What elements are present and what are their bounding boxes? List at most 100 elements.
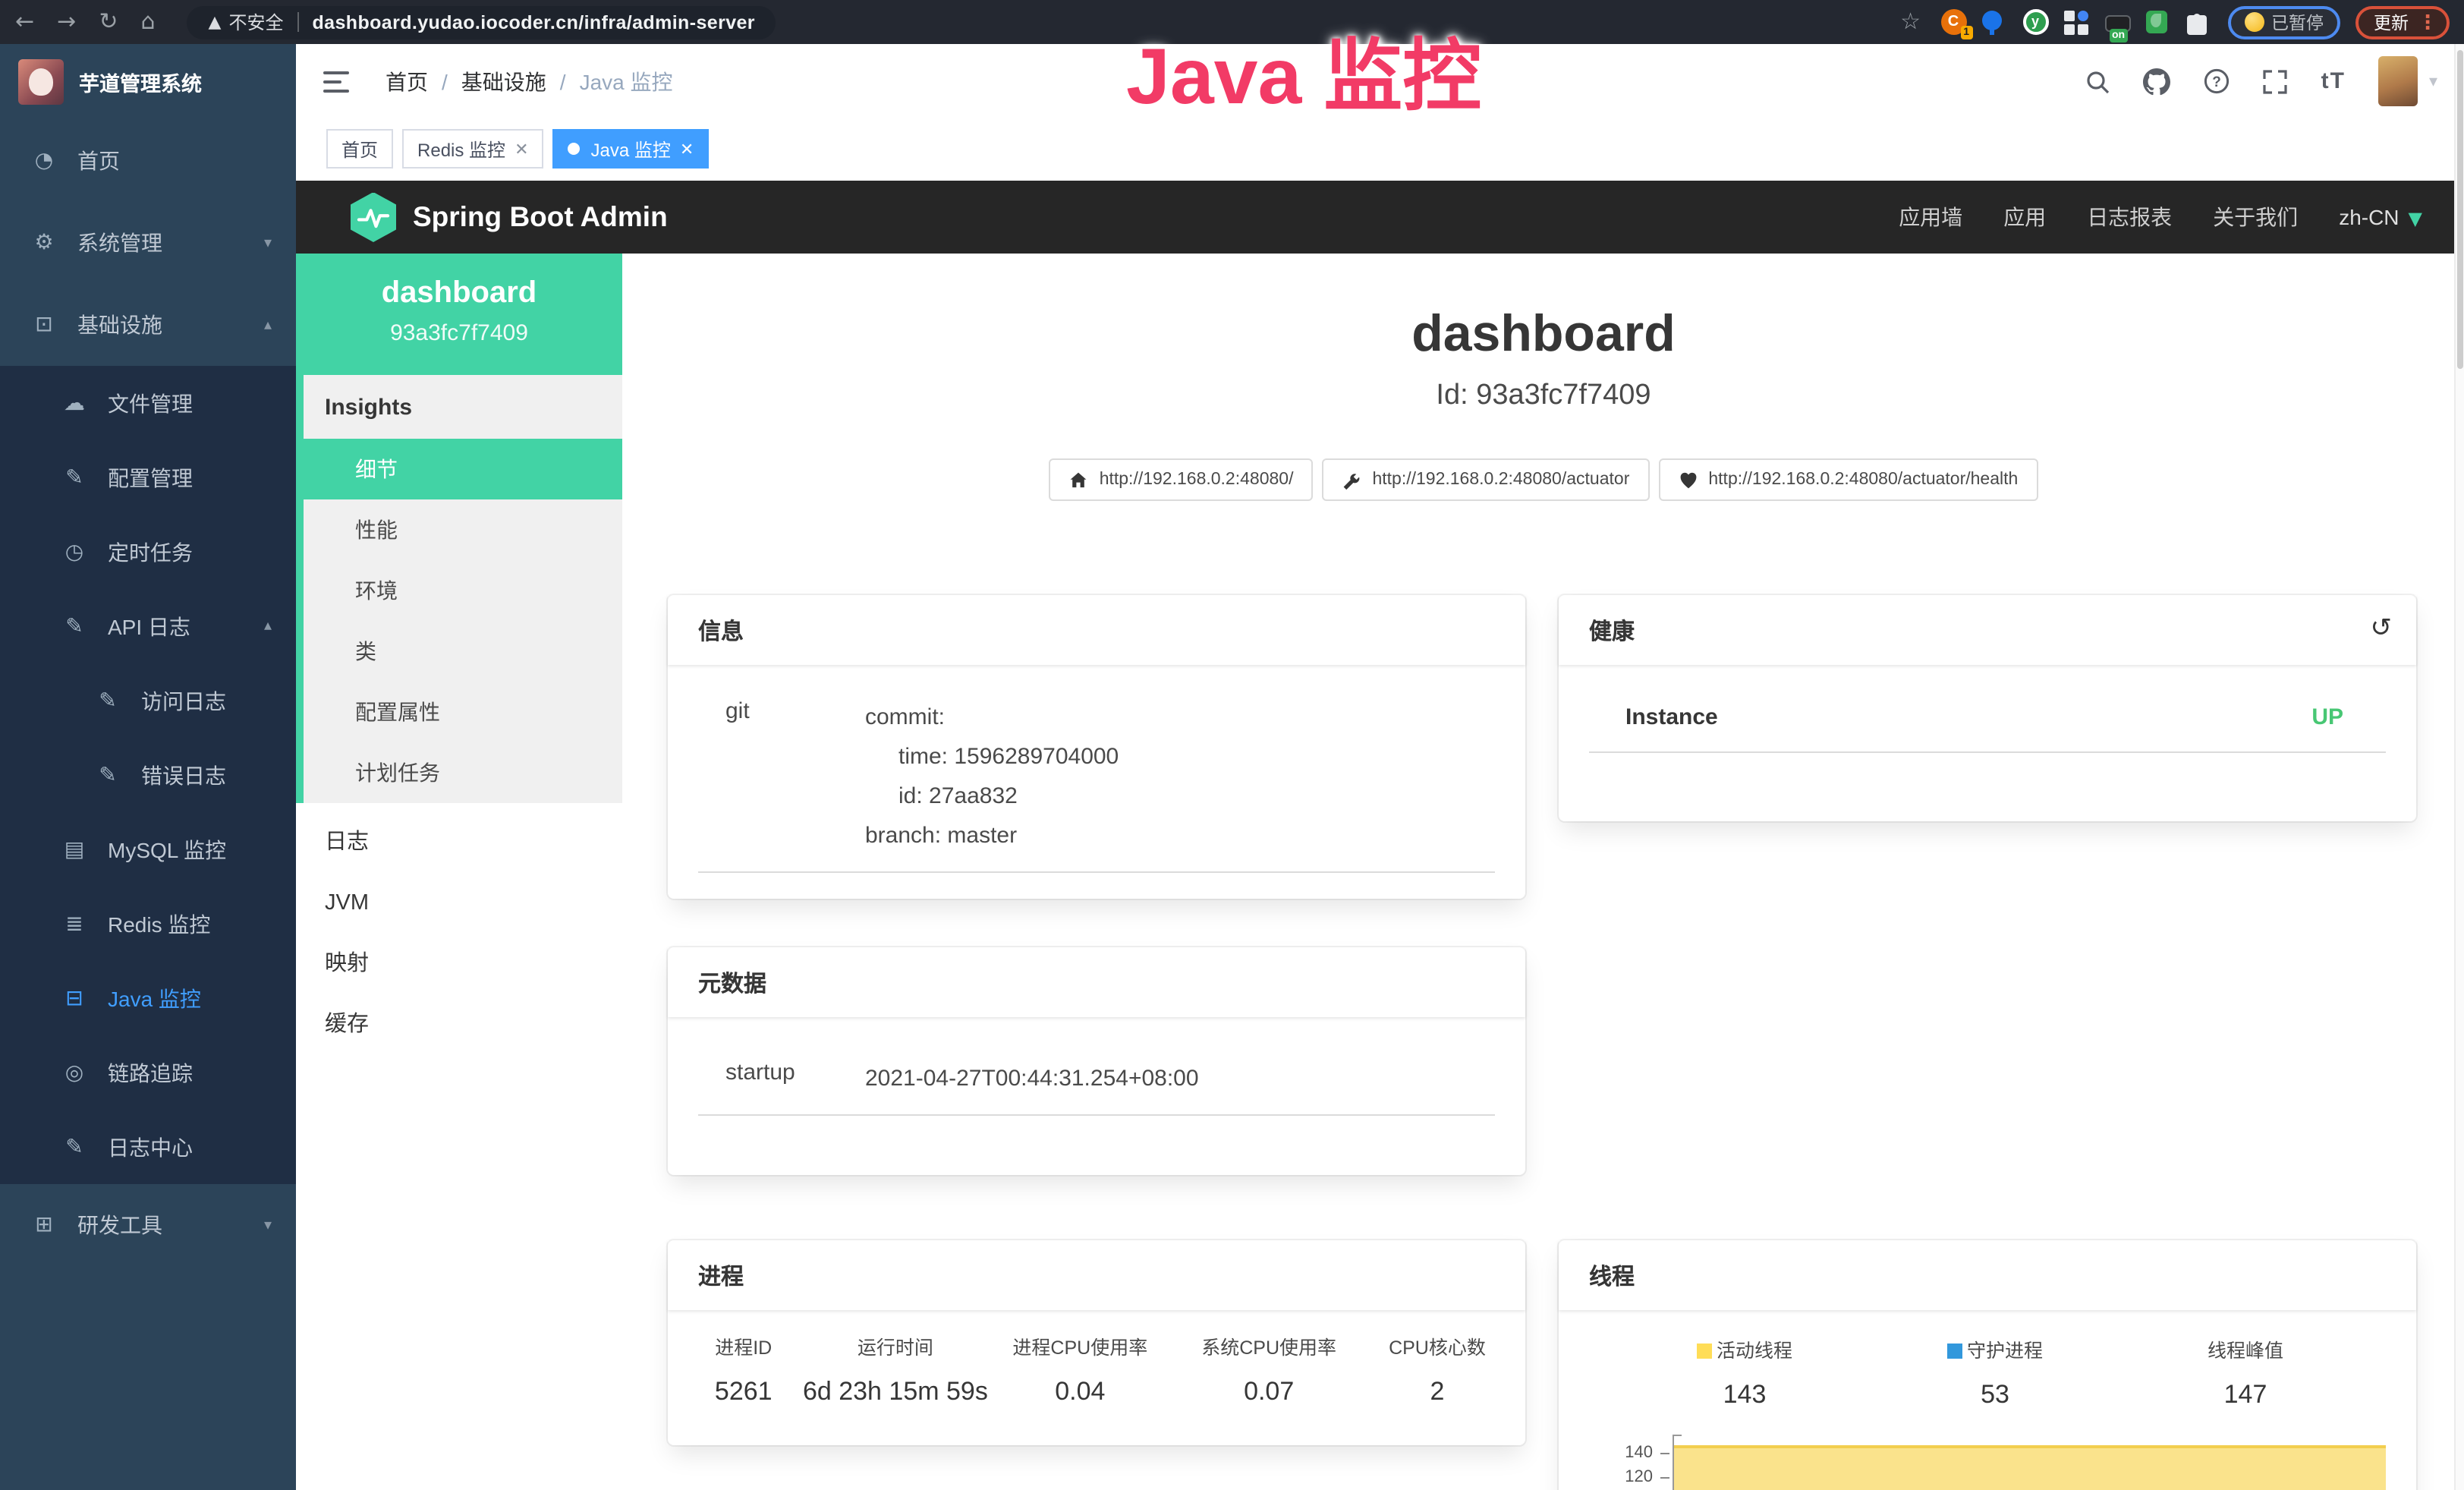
reload-icon[interactable]: ↻ xyxy=(99,11,118,33)
chevron-up-icon: ▴ xyxy=(264,317,272,333)
sba-link-applications[interactable]: 应用 xyxy=(2003,202,2046,232)
sidebar-item-java-monitor[interactable]: ⊟ Java 监控 xyxy=(0,961,296,1035)
live-threads-area xyxy=(1674,1445,2386,1490)
legend-live-threads: 活动线程 143 xyxy=(1619,1334,1870,1410)
sba-item-details[interactable]: 细节 xyxy=(304,439,622,499)
sidebar-item-api-logs[interactable]: ✎ API 日志 ▴ xyxy=(0,589,296,663)
close-icon[interactable]: ✕ xyxy=(680,139,694,159)
breadcrumb-infrastructure[interactable]: 基础设施 xyxy=(461,66,546,96)
sba-link-wallboard[interactable]: 应用墙 xyxy=(1899,202,1962,232)
log-icon: ✎ xyxy=(94,763,121,787)
instance-health-row[interactable]: Instance UP xyxy=(1589,704,2386,753)
sidebar-item-redis-monitor[interactable]: ≣ Redis 监控 xyxy=(0,887,296,961)
breadcrumb-home[interactable]: 首页 xyxy=(385,66,428,96)
sba-item-metrics[interactable]: 性能 xyxy=(304,499,622,560)
history-icon[interactable]: ↺ xyxy=(2371,613,2393,644)
sba-item-logs[interactable]: 日志 xyxy=(296,812,622,873)
extension-grid-icon[interactable] xyxy=(2063,9,2089,35)
extension-leaf-icon[interactable] xyxy=(2145,9,2171,35)
y-tick-120: 120 xyxy=(1601,1468,1653,1486)
page-scrollbar[interactable] xyxy=(2454,44,2464,1490)
extension-switch-icon[interactable] xyxy=(2104,14,2130,31)
cards-left-column: 信息 git commit: time: 1596289704000 id: 2… xyxy=(668,595,1525,1445)
chevron-up-icon: ▴ xyxy=(264,618,272,635)
bookmark-star-icon[interactable]: ☆ xyxy=(1900,11,1921,33)
scrollbar-thumb[interactable] xyxy=(2457,50,2463,369)
breadcrumb-current: Java 监控 xyxy=(580,66,673,96)
extension-y-icon[interactable]: y xyxy=(2022,9,2048,35)
cloud-upload-icon: ☁ xyxy=(61,391,88,415)
sidebar-item-system-mgmt[interactable]: ⚙ 系统管理 ▾ xyxy=(0,202,296,284)
tab-home[interactable]: 首页 xyxy=(326,129,393,169)
sba-link-about[interactable]: 关于我们 xyxy=(2213,202,2298,232)
service-url-button[interactable]: http://192.168.0.2:48080/ xyxy=(1049,458,1314,501)
help-icon[interactable]: ? xyxy=(2204,68,2230,94)
sidebar-item-config-mgmt[interactable]: ✎ 配置管理 xyxy=(0,440,296,515)
sba-item-scheduled-tasks[interactable]: 计划任务 xyxy=(304,742,622,803)
back-icon[interactable]: ← xyxy=(15,11,34,33)
status-badge: UP xyxy=(2311,704,2343,730)
infrastructure-submenu: ☁ 文件管理 ✎ 配置管理 ◷ 定时任务 ✎ API 日志 ▴ xyxy=(0,366,296,1184)
url-text: dashboard.yudao.iocoder.cn/infra/admin-s… xyxy=(313,11,755,33)
sba-item-mappings[interactable]: 映射 xyxy=(296,934,622,994)
update-button[interactable]: 更新 ⋮ xyxy=(2355,5,2450,39)
github-icon[interactable] xyxy=(2144,68,2171,95)
legend-daemon-threads: 守护进程 53 xyxy=(1870,1334,2120,1410)
sidebar-item-trace[interactable]: ◎ 链路追踪 xyxy=(0,1035,296,1110)
fullscreen-icon[interactable] xyxy=(2264,69,2288,93)
sba-nav-links: 应用墙 应用 日志报表 关于我们 zh-CN▼ xyxy=(1858,202,2422,232)
sba-link-journal[interactable]: 日志报表 xyxy=(2087,202,2172,232)
screen: ← → ↻ ⌂ ▲ 不安全 dashboard.yudao.iocoder.cn… xyxy=(0,0,2464,1490)
tab-java-monitor[interactable]: Java 监控 ✕ xyxy=(553,129,710,169)
cpu-cores-value: 2 xyxy=(1367,1377,1507,1407)
sidebar-item-scheduled-jobs[interactable]: ◷ 定时任务 xyxy=(0,515,296,589)
sba-item-config-props[interactable]: 配置属性 xyxy=(304,682,622,742)
extensions-puzzle-icon[interactable] xyxy=(2186,14,2206,34)
close-icon[interactable]: ✕ xyxy=(515,139,528,159)
search-icon[interactable] xyxy=(2086,69,2110,93)
sba-item-caches[interactable]: 缓存 xyxy=(296,994,622,1055)
sidebar-item-file-mgmt[interactable]: ☁ 文件管理 xyxy=(0,366,296,440)
metadata-card-title: 元数据 xyxy=(668,947,1525,1017)
font-size-icon[interactable]: tT xyxy=(2321,68,2346,94)
app-header: 首页 / 基础设施 / Java 监控 ? xyxy=(296,44,2464,118)
sidebar-item-error-logs[interactable]: ✎ 错误日志 xyxy=(0,738,296,812)
user-caret-icon[interactable]: ▾ xyxy=(2429,71,2437,91)
sidebar-item-infrastructure[interactable]: ⊡ 基础设施 ▴ xyxy=(0,284,296,366)
collapse-menu-icon[interactable] xyxy=(323,71,349,92)
sba-item-classes[interactable]: 类 xyxy=(304,621,622,682)
uptime-value: 6d 23h 15m 59s xyxy=(801,1377,990,1407)
home-icon[interactable]: ⌂ xyxy=(140,11,155,33)
actuator-url-button[interactable]: http://192.168.0.2:48080/actuator xyxy=(1322,458,1649,501)
info-card-title: 信息 xyxy=(668,595,1525,665)
sidebar-item-mysql-monitor[interactable]: ▤ MySQL 监控 xyxy=(0,812,296,887)
sidebar-item-dev-tools[interactable]: ⊞ 研发工具 ▾ xyxy=(0,1184,296,1266)
paused-label: 已暂停 xyxy=(2271,10,2324,34)
sidebar-item-log-center[interactable]: ✎ 日志中心 xyxy=(0,1110,296,1184)
sba-item-environment[interactable]: 环境 xyxy=(304,560,622,621)
sba-locale-select[interactable]: zh-CN▼ xyxy=(2339,205,2422,229)
user-avatar[interactable] xyxy=(2379,56,2418,106)
instance-id: 93a3fc7f7409 xyxy=(296,320,622,346)
browser-menu-icon[interactable]: ⋮ xyxy=(2418,10,2437,34)
info-card: 信息 git commit: time: 1596289704000 id: 2… xyxy=(668,595,1525,899)
sidebar-item-home[interactable]: ◔ 首页 xyxy=(0,120,296,202)
extension-colorzilla-icon[interactable]: C1 xyxy=(1940,9,1966,35)
sba-logo-icon[interactable] xyxy=(351,192,396,242)
forward-icon[interactable]: → xyxy=(57,11,76,33)
process-card-title: 进程 xyxy=(668,1240,1525,1310)
sba-brand[interactable]: Spring Boot Admin xyxy=(413,200,668,234)
startup-label: startup xyxy=(698,1060,865,1099)
system-cpu-value: 0.07 xyxy=(1170,1377,1367,1407)
health-url-button[interactable]: http://192.168.0.2:48080/actuator/health xyxy=(1658,458,2038,501)
log-icon: ✎ xyxy=(94,688,121,713)
profile-paused-badge[interactable]: 已暂停 xyxy=(2227,5,2340,39)
tab-redis-monitor[interactable]: Redis 监控 ✕ xyxy=(402,129,543,169)
sba-item-jvm[interactable]: JVM xyxy=(296,873,622,934)
address-bar[interactable]: ▲ 不安全 dashboard.yudao.iocoder.cn/infra/a… xyxy=(187,5,776,39)
threads-area-chart: 140 120 100 xyxy=(1601,1435,2386,1490)
threads-card: 线程 活动线程 143 守护进程 xyxy=(1559,1240,2416,1490)
sidebar-item-access-logs[interactable]: ✎ 访问日志 xyxy=(0,663,296,738)
extension-pin-icon[interactable] xyxy=(1981,9,2007,35)
insights-section: Insights 细节 性能 环境 类 配置属性 计划任务 xyxy=(296,375,622,803)
